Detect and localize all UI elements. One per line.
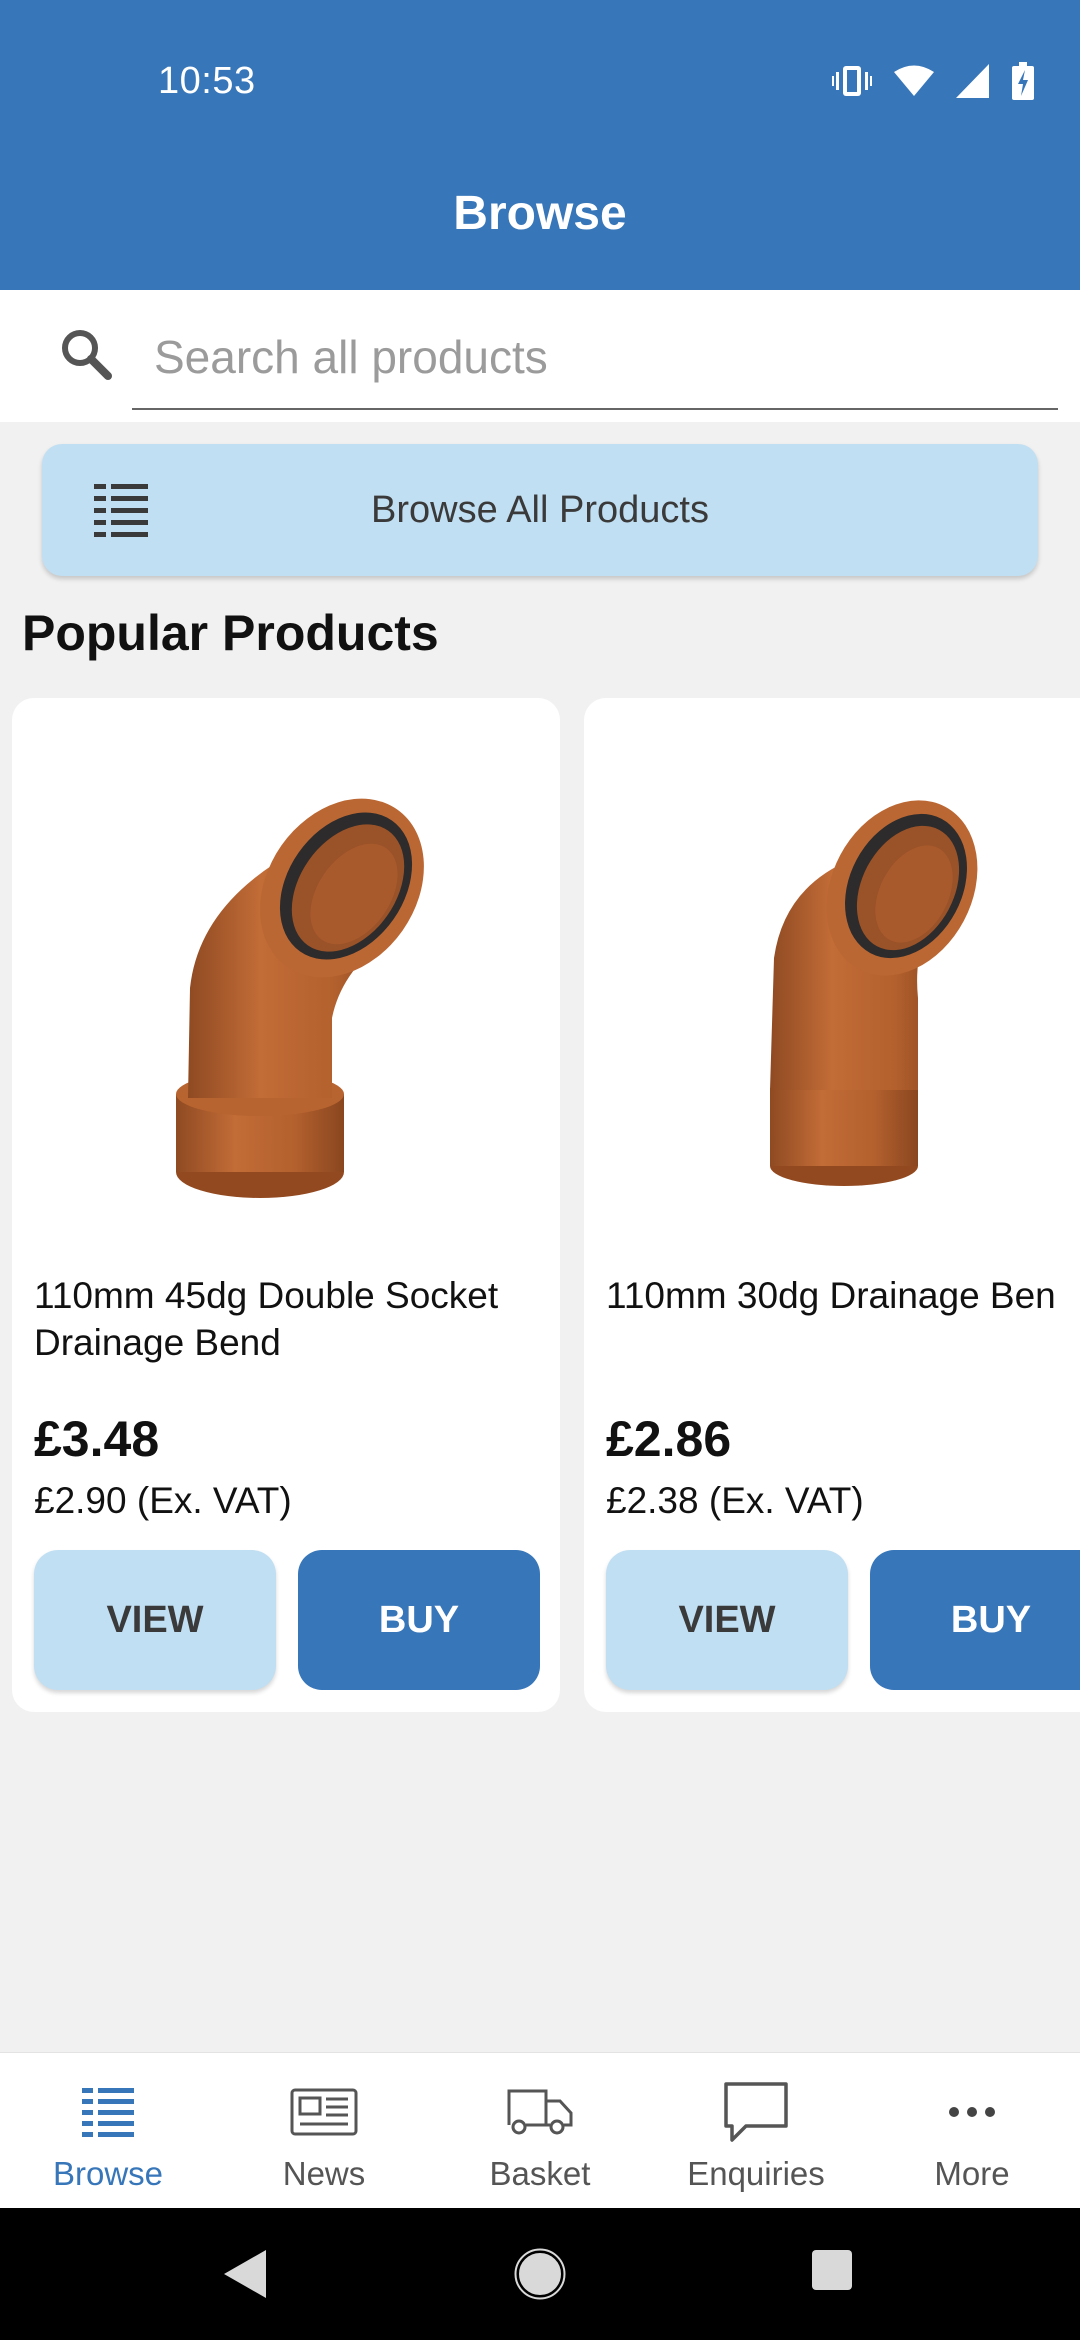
battery-charging-icon (1012, 62, 1034, 100)
nav-item-browse[interactable]: Browse (0, 2053, 216, 2209)
product-price: £3.48 (34, 1411, 160, 1467)
truck-icon (507, 2089, 573, 2135)
product-card[interactable]: 110mm 30dg Drainage Ben £2.86 £2.38 (Ex.… (584, 698, 1080, 1712)
product-card[interactable]: 110mm 45dg Double Socket Drainage Bend £… (12, 698, 560, 1712)
system-nav-bar (0, 2208, 1080, 2340)
search-bar (0, 290, 1080, 422)
nav-item-enquiries[interactable]: Enquiries (648, 2053, 864, 2209)
page-title: Browse (453, 187, 627, 240)
search-icon[interactable] (58, 326, 114, 382)
view-button[interactable]: VIEW (606, 1550, 848, 1690)
nav-label: News (282, 2155, 366, 2192)
popular-products-title: Popular Products (22, 605, 439, 661)
product-price-ex-vat: £2.38 (Ex. VAT) (606, 1480, 864, 1521)
browse-all-label: Browse All Products (371, 488, 709, 531)
signal-icon (956, 64, 989, 98)
recents-icon[interactable] (810, 2248, 854, 2292)
back-icon[interactable] (222, 2248, 268, 2300)
bottom-nav: Browse News Basket Enquiries More (0, 2052, 1080, 2208)
browse-all-products-button[interactable]: Browse All Products (42, 444, 1038, 576)
nav-label: More (934, 2155, 1010, 2192)
more-dots-icon (949, 2107, 995, 2117)
product-name: 110mm 30dg Drainage Ben (606, 1275, 1056, 1316)
product-image (770, 800, 978, 1186)
status-time: 10:53 (158, 60, 256, 102)
vibrate-icon (832, 66, 872, 96)
status-icons (832, 62, 1034, 100)
list-icon (82, 2088, 134, 2137)
buy-button[interactable]: BUY (298, 1550, 540, 1690)
product-name: 110mm 45dg Double Socket Drainage Bend (34, 1275, 499, 1363)
product-price-ex-vat: £2.90 (Ex. VAT) (34, 1480, 292, 1521)
nav-label: Basket (489, 2155, 591, 2192)
nav-label: Browse (52, 2155, 164, 2192)
nav-item-more[interactable]: More (864, 2053, 1080, 2209)
chat-bubble-icon (724, 2082, 788, 2142)
home-icon[interactable] (514, 2248, 566, 2300)
app-header: 10:53 Browse (0, 0, 1080, 290)
newspaper-icon (290, 2088, 358, 2136)
buy-button[interactable]: BUY (870, 1550, 1080, 1690)
wifi-icon (894, 65, 934, 96)
product-image (176, 798, 424, 1198)
nav-item-basket[interactable]: Basket (432, 2053, 648, 2209)
nav-label: Enquiries (687, 2155, 825, 2192)
product-price: £2.86 (606, 1411, 732, 1467)
nav-item-news[interactable]: News (216, 2053, 432, 2209)
list-icon (94, 484, 148, 537)
search-input[interactable] (132, 306, 1058, 410)
view-button[interactable]: VIEW (34, 1550, 276, 1690)
